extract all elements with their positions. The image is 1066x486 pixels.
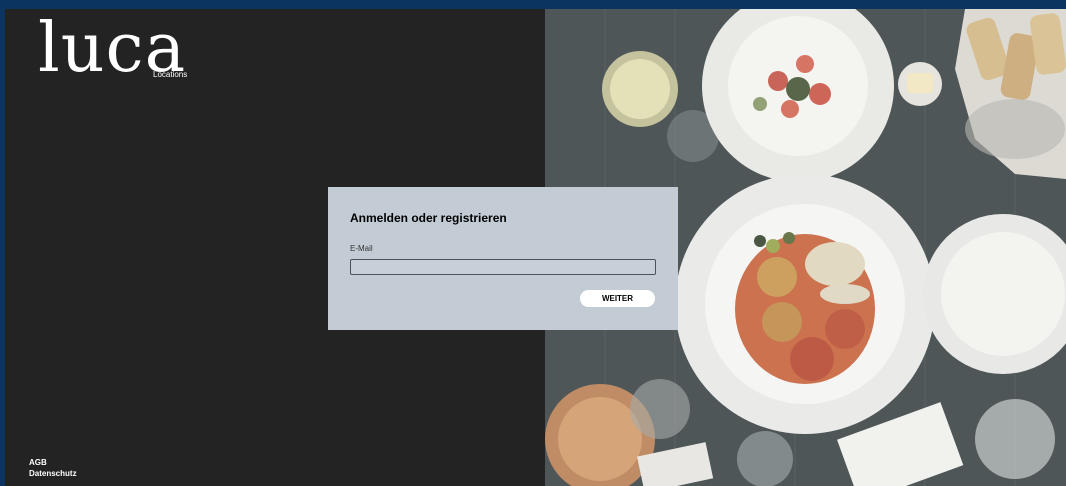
email-label: E-Mail (350, 244, 373, 253)
footer-link-datenschutz[interactable]: Datenschutz (29, 468, 77, 479)
footer-link-agb[interactable]: AGB (29, 457, 77, 468)
login-card: Anmelden oder registrieren E-Mail WEITER (328, 187, 678, 330)
logo-subtitle: Locations (153, 70, 188, 79)
email-field[interactable] (350, 259, 656, 275)
login-title: Anmelden oder registrieren (350, 211, 507, 225)
app-frame: luca Locations AGB Datenschutz Anmelden … (5, 9, 1066, 486)
footer-links: AGB Datenschutz (29, 457, 77, 479)
weiter-button[interactable]: WEITER (580, 290, 655, 307)
